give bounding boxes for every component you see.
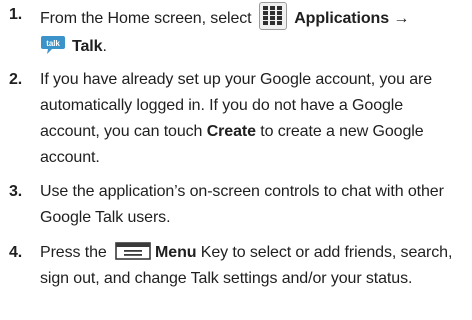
step-text-segment: account, you can touch	[40, 123, 207, 140]
step-text: Use the application’s on-screen controls…	[40, 179, 468, 231]
step-line: sign out, and change Talk settings and/o…	[40, 270, 413, 287]
step-number: 1.	[9, 6, 23, 23]
step-text: From the Home screen, select Application…	[40, 2, 468, 60]
step-line: If you have already set up your Google a…	[40, 71, 433, 88]
step-text-segment: .	[102, 38, 107, 55]
step-line: Press the Menu Key to select or add frie…	[40, 240, 468, 266]
talk-icon: talk	[40, 35, 66, 55]
step-text-segment: From the Home screen, select	[40, 10, 256, 27]
applications-label: Applications →	[294, 10, 410, 27]
step-line: account, you can touch Create to create …	[40, 119, 468, 145]
applications-grid-icon	[258, 2, 287, 30]
step-text: Press the Menu Key to select or add frie…	[40, 240, 468, 292]
step-line: account.	[40, 149, 100, 166]
step-number: 4.	[9, 244, 23, 261]
step-text-segment: Key to select or add friends, search,	[196, 244, 453, 261]
step-line: Use the application’s on-screen controls…	[40, 183, 444, 200]
create-label: Create	[206, 123, 256, 140]
talk-icon-text: talk	[46, 39, 60, 48]
step-line: automatically logged in. If you do not h…	[40, 97, 404, 114]
step-line: Google Talk users.	[40, 209, 171, 226]
step-text-segment: to create a new Google	[255, 123, 424, 140]
step-number: 3.	[9, 183, 23, 200]
step-text-segment: Press the	[40, 244, 112, 261]
menu-key-icon	[115, 242, 151, 260]
step-line: talk Talk.	[40, 34, 468, 60]
step-line: From the Home screen, select Application…	[40, 2, 468, 32]
menu-label: Menu	[155, 244, 197, 261]
step-number: 2.	[9, 71, 23, 88]
step-text: If you have already set up your Google a…	[40, 67, 468, 171]
talk-label: Talk	[72, 38, 103, 55]
